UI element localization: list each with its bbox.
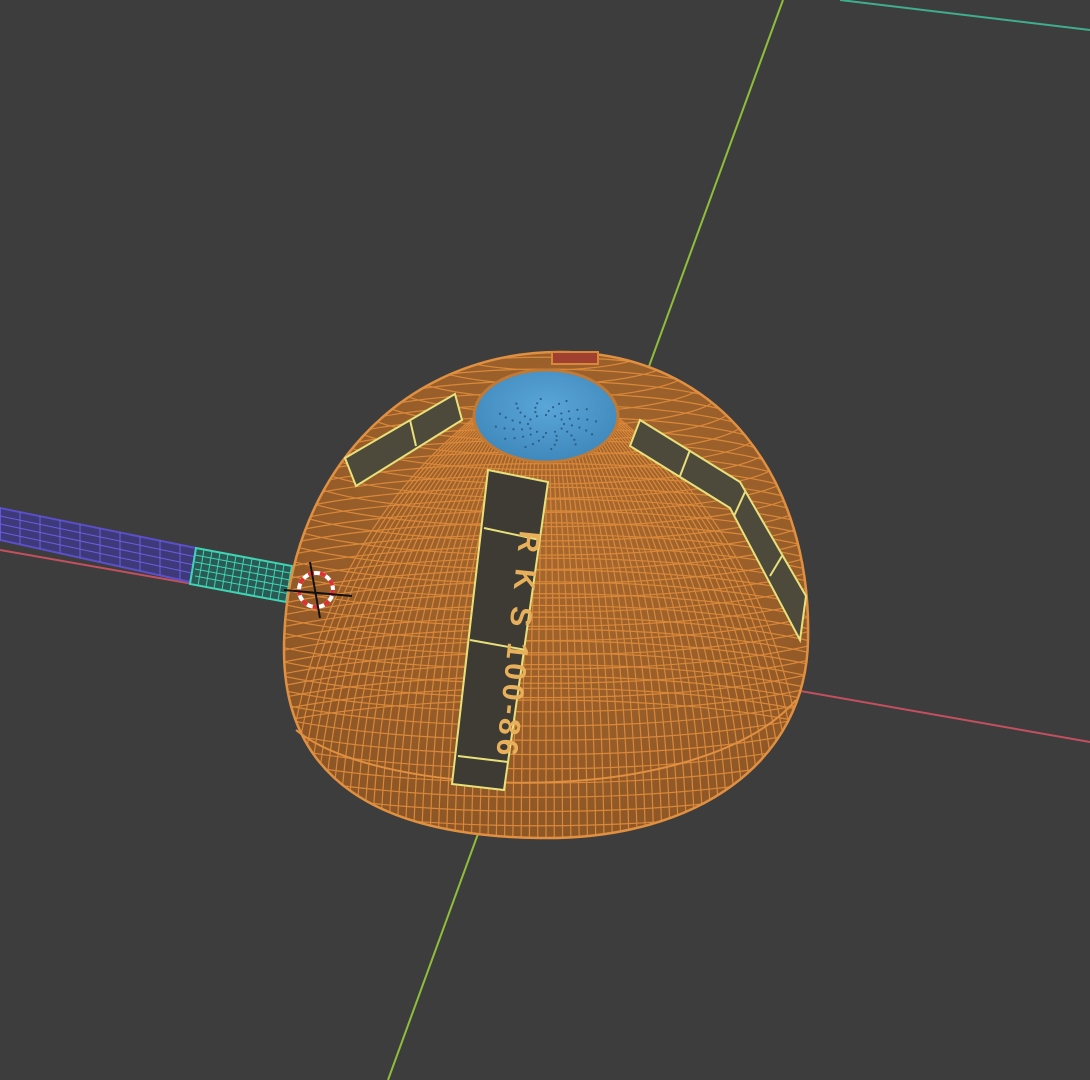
cap-vertex: [544, 431, 548, 435]
cap-vertex: [534, 406, 537, 409]
cap-vertex: [560, 418, 563, 421]
cap-vertex: [494, 425, 497, 428]
cap-vertex: [568, 417, 571, 420]
cap-vertex: [515, 402, 518, 405]
cap-vertex: [576, 408, 579, 411]
cap-vertex: [513, 437, 516, 440]
cap-vertex: [521, 428, 524, 431]
cap-vertex: [547, 409, 550, 413]
cap-vertex: [590, 433, 594, 436]
cap-vertex: [535, 415, 539, 418]
cap-vertex: [567, 410, 570, 413]
cap-vertex: [566, 430, 569, 433]
cap-vertex: [560, 412, 563, 415]
cap-vertex: [553, 415, 557, 418]
cap-vertex: [519, 411, 522, 414]
cap-vertex: [550, 447, 553, 451]
cap-vertex: [573, 438, 576, 441]
cap-vertex: [565, 399, 568, 403]
cap-vertex: [503, 427, 506, 430]
cap-vertex: [526, 422, 530, 426]
cap-vertex: [534, 410, 537, 414]
cap-vertex: [560, 427, 563, 430]
cap-vertex: [552, 406, 555, 409]
cap-vertex: [529, 433, 532, 436]
cap-vertex: [555, 434, 558, 438]
grid-line-top: [839, 0, 1090, 31]
cap-vertex: [523, 415, 526, 418]
cap-vertex: [537, 439, 540, 442]
cap-vertex: [585, 429, 588, 432]
cap-vertex: [595, 420, 598, 423]
cap-vertex: [518, 421, 522, 424]
cap-vertex: [504, 437, 507, 440]
top-marker: [551, 351, 599, 365]
cap-vertex: [542, 435, 545, 439]
cap-vertex: [553, 430, 557, 433]
cap-vertex: [524, 445, 527, 449]
cap-vertex: [544, 413, 548, 417]
cap-vertex: [522, 435, 525, 438]
cap-vertex: [574, 443, 577, 446]
cap-vertex: [570, 434, 573, 437]
cap-vertex: [539, 397, 542, 401]
viewport-canvas: R K S 100-86: [0, 0, 1090, 1080]
cap-vertex: [586, 418, 589, 421]
cap-vertex: [536, 402, 539, 405]
cap-vertex: [498, 412, 502, 415]
cap-vertex: [557, 402, 561, 405]
3d-viewport[interactable]: R K S 100-86: [0, 0, 1090, 1080]
pipe[interactable]: [0, 506, 294, 604]
cap-vertex: [570, 424, 574, 427]
cap-vertex: [504, 416, 507, 419]
cap-vertex: [529, 427, 532, 430]
cap-vertex: [511, 419, 514, 422]
cap-vertex: [578, 426, 581, 429]
cap-vertex: [562, 422, 566, 426]
cap-vertex: [516, 407, 519, 410]
cap-vertex: [555, 439, 558, 442]
cap-vertex: [535, 430, 539, 433]
cap-vertex: [529, 418, 532, 421]
cap-vertex: [531, 443, 535, 446]
cap-vertex: [512, 428, 515, 431]
cap-vertex: [553, 443, 556, 446]
cap-vertex: [577, 417, 580, 420]
cap-vertex: [585, 408, 588, 411]
